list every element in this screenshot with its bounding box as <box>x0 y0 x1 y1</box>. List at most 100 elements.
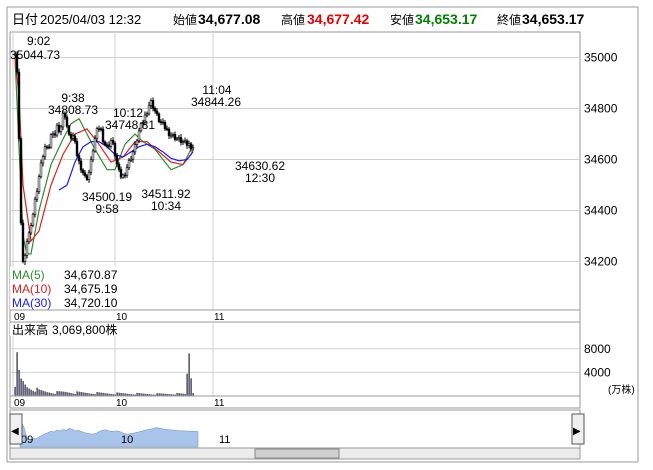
candle-body <box>173 133 177 140</box>
volume-bar <box>66 392 68 396</box>
candle-body <box>39 162 43 177</box>
candle-body <box>37 176 41 192</box>
annotation-value: 34808.73 <box>48 103 98 117</box>
price-x-tick-label: 10 <box>116 312 128 323</box>
candle-body <box>25 241 29 256</box>
volume-bar <box>20 378 22 396</box>
candle-body <box>165 128 169 131</box>
volume-bar <box>48 392 50 396</box>
navigator-left-arrow-icon: ◀ <box>11 426 19 437</box>
candle-body <box>175 138 179 140</box>
navigator-x-label: 09 <box>21 434 33 446</box>
header-date-label: 日付 <box>12 12 38 27</box>
volume-bar <box>186 373 188 396</box>
candle-body <box>99 128 103 131</box>
candle-body <box>123 174 127 177</box>
candle-body <box>127 160 131 169</box>
candle-body <box>41 156 45 164</box>
candle-body <box>69 134 73 139</box>
candle-body <box>169 134 173 137</box>
candle-body <box>159 121 163 123</box>
volume-bar <box>34 391 36 396</box>
ma30-legend-value: 34,720.10 <box>64 296 118 310</box>
volume-tick-label: 4000 <box>584 365 611 379</box>
candle-body <box>183 140 187 143</box>
annotation-time: 9:58 <box>95 202 119 216</box>
header-close-label: 終値 <box>497 12 521 27</box>
candle-body <box>19 138 23 224</box>
volume-bar <box>62 391 64 396</box>
candle-body <box>59 126 63 133</box>
price-tick-label: 34400 <box>584 204 618 218</box>
candle-body <box>17 71 21 140</box>
candle-body <box>83 172 87 176</box>
volume-bar <box>64 391 66 396</box>
price-x-tick-label: 11 <box>214 312 225 323</box>
navigator-x-label: 11 <box>219 434 230 446</box>
candle-body <box>51 133 55 136</box>
candle-body <box>179 137 183 144</box>
volume-bar <box>18 369 20 396</box>
candle-body <box>191 147 195 150</box>
volume-bar <box>78 391 80 396</box>
candle-body <box>181 141 185 144</box>
price-tick-label: 35000 <box>584 51 618 65</box>
volume-bar <box>42 390 44 396</box>
volume-value: 3,069,800株 <box>52 322 117 337</box>
volume-bar <box>36 387 38 396</box>
candle-body <box>21 222 25 262</box>
volume-label: 出来高 <box>12 322 48 337</box>
candle-body <box>131 151 135 160</box>
header-low-value: 34,653.17 <box>415 11 477 27</box>
volume-bar <box>46 392 48 396</box>
candle-body <box>161 121 165 124</box>
candle-body <box>45 146 49 149</box>
candle-body <box>57 124 61 133</box>
volume-bar <box>22 381 24 396</box>
ma30-legend-name: MA(30) <box>12 296 51 310</box>
header-open-value: 34,677.08 <box>198 11 260 27</box>
volume-bar <box>28 388 30 396</box>
candle-body <box>97 128 101 130</box>
volume-bar <box>100 392 102 396</box>
candle-body <box>185 140 189 146</box>
volume-bar <box>16 352 18 396</box>
header-high-label: 高値 <box>281 12 305 27</box>
candle-body <box>153 107 157 112</box>
navigator-right-arrow-icon: ▶ <box>573 426 581 437</box>
annotation-value: 34844.26 <box>191 95 241 109</box>
volume-unit: (万株) <box>608 383 635 396</box>
header-high-value: 34,677.42 <box>307 11 369 27</box>
candle-body <box>27 232 31 242</box>
candle-body <box>121 174 125 178</box>
candle-body <box>147 104 151 115</box>
header-datetime: 2025/04/03 12:32 <box>40 12 141 27</box>
candle-body <box>95 128 99 139</box>
candle-body <box>129 158 133 161</box>
volume-bar <box>24 384 26 396</box>
volume-bar <box>82 392 84 396</box>
candle-body <box>105 144 109 147</box>
volume-bar <box>14 386 16 396</box>
volume-tick-label: 8000 <box>584 342 611 356</box>
price-x-axis-strip <box>9 309 581 323</box>
candle-body <box>77 155 81 162</box>
candle-body <box>71 135 75 139</box>
candle-body <box>187 143 191 146</box>
candle-body <box>155 110 159 115</box>
candle-body <box>107 144 111 147</box>
price-tick-label: 34600 <box>584 153 618 167</box>
volume-bar <box>56 391 58 396</box>
navigator-x-label: 10 <box>121 434 133 446</box>
candle-body <box>35 191 39 200</box>
volume-bar <box>60 391 62 396</box>
ma10-legend-value: 34,675.19 <box>64 282 118 296</box>
candle-body <box>91 150 95 161</box>
scrollbar-thumb[interactable] <box>254 448 340 459</box>
candle-body <box>135 140 139 145</box>
price-x-tick-label: 09 <box>14 312 26 323</box>
volume-bar <box>98 392 100 396</box>
candle-body <box>119 169 123 178</box>
candle-body <box>31 213 35 226</box>
volume-bar <box>38 389 40 396</box>
